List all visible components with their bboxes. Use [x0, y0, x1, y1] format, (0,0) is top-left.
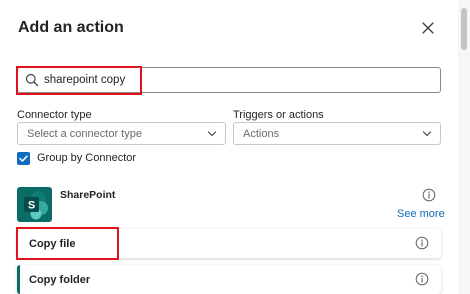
- connector-type-value: Select a connector type: [27, 128, 142, 140]
- triggers-actions-value: Actions: [243, 128, 280, 140]
- connector-type-dropdown[interactable]: Select a connector type: [17, 122, 226, 145]
- panel-title: Add an action: [18, 19, 124, 36]
- group-by-connector-checkbox[interactable]: [17, 152, 30, 165]
- svg-text:S: S: [28, 200, 35, 212]
- scrollbar-thumb[interactable]: [461, 8, 467, 50]
- search-highlight-box: [16, 66, 142, 95]
- group-by-connector-label: Group by Connector: [37, 152, 137, 164]
- chevron-down-icon: [207, 131, 217, 137]
- action-accent-bar: [17, 265, 20, 294]
- triggers-actions-label: Triggers or actions: [233, 109, 324, 121]
- chevron-down-icon: [422, 131, 432, 137]
- add-action-panel: Add an action Connector type Select a co…: [0, 0, 470, 294]
- checkmark-icon: [19, 155, 28, 162]
- triggers-actions-dropdown[interactable]: Actions: [233, 122, 441, 145]
- sharepoint-logo: S: [17, 187, 52, 222]
- connector-name: SharePoint: [60, 189, 116, 201]
- copy-file-highlight-box: [16, 227, 119, 260]
- action-item-copy-folder[interactable]: Copy folder: [17, 265, 441, 294]
- action-label: Copy folder: [29, 274, 91, 286]
- info-icon[interactable]: [422, 188, 436, 202]
- see-more-link[interactable]: See more: [397, 208, 445, 220]
- info-icon[interactable]: [415, 272, 429, 286]
- close-icon[interactable]: [420, 20, 436, 36]
- connector-type-label: Connector type: [17, 109, 92, 121]
- info-icon[interactable]: [415, 236, 429, 250]
